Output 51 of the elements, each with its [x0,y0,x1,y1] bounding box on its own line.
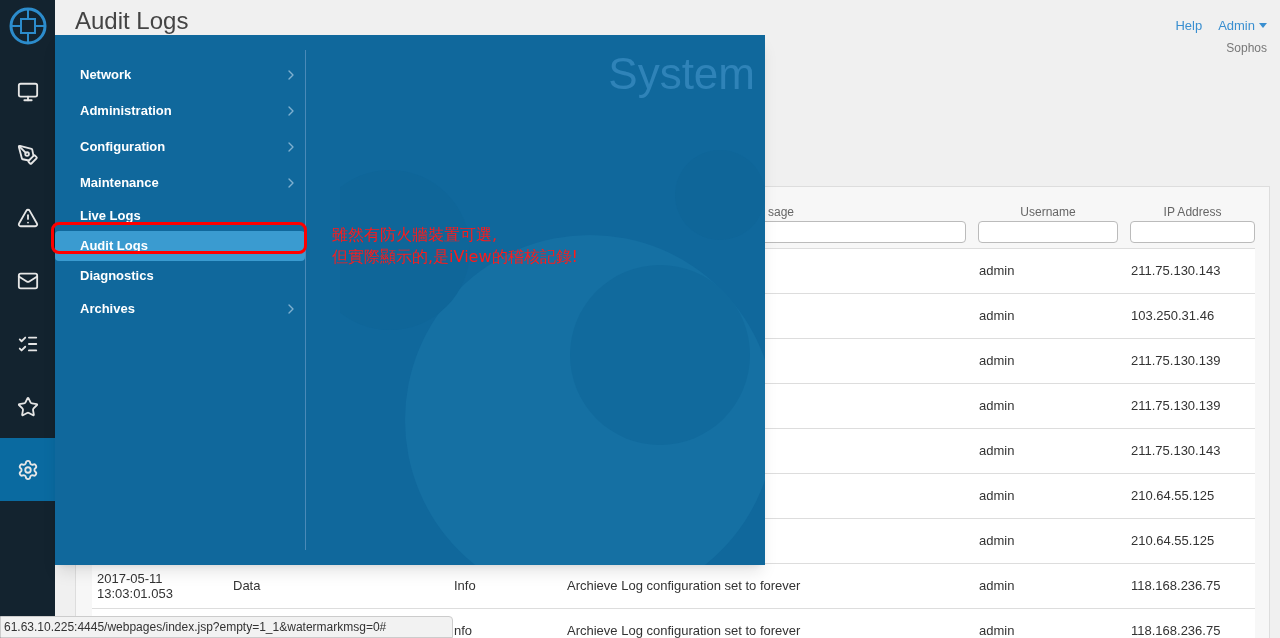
table-cell: admin [979,578,1015,594]
table-cell: 211.75.130.143 [1131,263,1221,279]
warning-icon [16,206,39,229]
table-cell: Data [233,578,261,594]
table-cell: 103.250.31.46 [1131,308,1215,324]
page-title: Audit Logs [75,6,189,36]
annotation-text: 但實際顯示的,是iView的稽核記錄! [332,246,578,268]
table-cell-text: 13:03:01.053 [97,586,174,601]
logo-icon [7,6,48,46]
table-cell: admin [979,443,1015,459]
table-cell: admin [979,263,1015,279]
caret-icon [1259,23,1267,29]
table-cell: Archieve Log configuration set to forever [567,623,801,638]
annotation-text: 雖然有防火牆裝置可選, [332,224,499,246]
menu-item[interactable]: Administration [55,93,305,129]
table-cell: 118.168.236.75 [1131,578,1221,594]
column-header: IP Address [1163,204,1222,221]
table-cell: admin [979,533,1015,549]
column-header: Username [1020,204,1076,221]
pen-icon [16,143,39,166]
table-cell: admin [979,623,1015,638]
table-cell: 211.75.130.139 [1131,398,1221,414]
table-cell: Info [454,578,476,594]
menu-item[interactable]: Diagnostics [55,261,305,291]
table-cell: 211.75.130.143 [1131,443,1221,459]
menu-item[interactable]: Live Logs [55,201,305,231]
help-link[interactable]: Help [1175,16,1203,36]
organization-name: Sophos [1226,39,1267,57]
menu-item[interactable]: Network [55,57,305,93]
table-cell: admin [979,353,1015,369]
star-icon [16,395,39,418]
menu-item[interactable]: Archives [55,291,305,327]
menu-item[interactable]: Maintenance [55,165,305,201]
column-header: sage [768,204,796,221]
table-cell: Archieve Log configuration set to forever [567,578,801,594]
user-menu[interactable]: Admin [1218,16,1267,36]
settings-icon [16,458,39,481]
table-cell: 210.64.55.125 [1131,533,1215,549]
table-cell: admin [979,308,1015,324]
table-cell: 210.64.55.125 [1131,488,1215,504]
table-cell: 118.168.236.75 [1131,623,1221,638]
monitor-icon [16,80,39,103]
menu-item[interactable]: Configuration [55,129,305,165]
filter-field[interactable] [978,221,1118,243]
table-cell-text: 2017-05-11 [97,571,164,586]
table-cell: admin [979,488,1015,504]
table-cell: 211.75.130.139 [1131,353,1221,369]
table-cell: nfo [454,623,473,638]
filter-field[interactable] [1130,221,1255,243]
status-bar: 61.63.10.225:4445/webpages/index.jsp?empty=1_1&watermarkmsg=0# [0,616,453,638]
table-cell: admin [979,398,1015,414]
